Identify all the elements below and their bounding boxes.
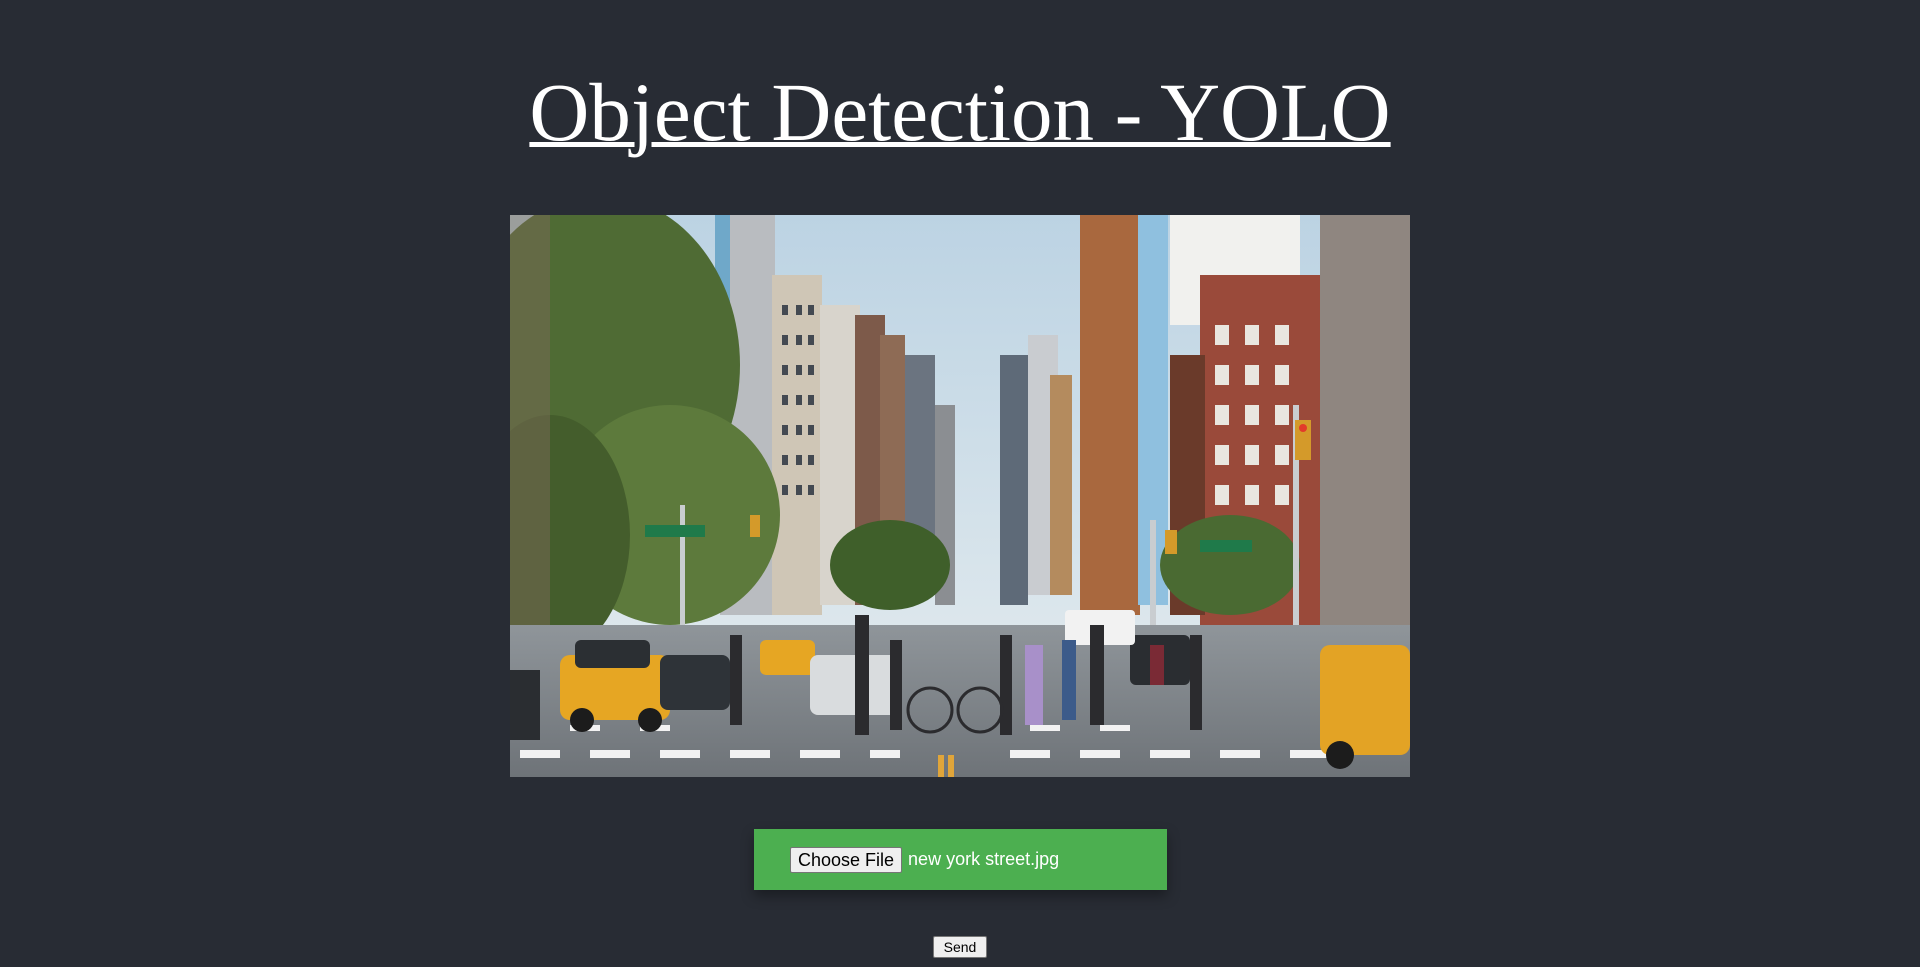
page-title: Object Detection - YOLO — [529, 66, 1391, 158]
file-upload-box: Choose File new york street.jpg — [754, 829, 1167, 890]
selected-file-name: new york street.jpg — [908, 849, 1060, 869]
uploaded-image — [510, 215, 1410, 777]
city-street-photo — [510, 215, 1410, 777]
choose-file-button[interactable]: Choose File — [790, 846, 903, 873]
send-button[interactable]: Send — [933, 936, 987, 958]
